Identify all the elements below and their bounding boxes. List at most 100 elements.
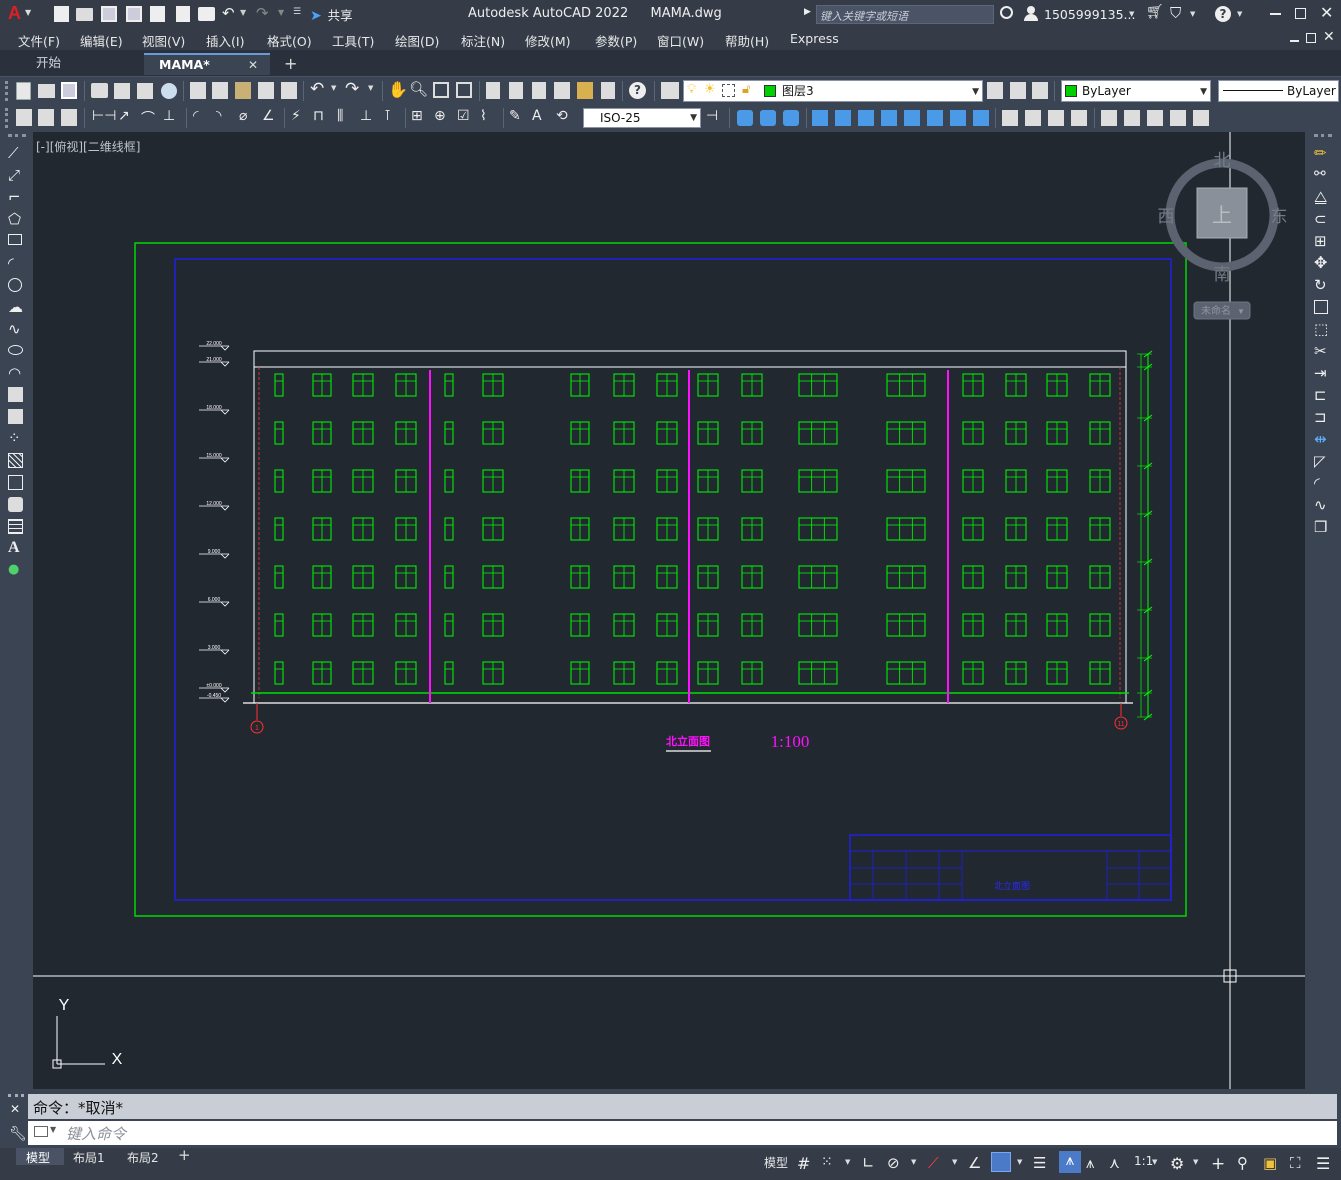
zoom-window-icon[interactable] xyxy=(433,82,449,98)
dim-radius-icon[interactable]: ◜ xyxy=(193,108,198,124)
cut-icon[interactable] xyxy=(190,82,206,99)
rectangle-icon[interactable] xyxy=(8,234,22,245)
spline-icon[interactable]: ∿ xyxy=(8,320,26,338)
app-menu-button[interactable]: A ▼ xyxy=(6,3,36,24)
layout-tab-1[interactable]: 布局1 xyxy=(66,1148,118,1165)
zoom-previous-icon[interactable] xyxy=(456,82,472,98)
tolerance-icon[interactable]: ⊞ xyxy=(411,108,423,124)
section-icon[interactable] xyxy=(1193,110,1209,126)
model-space-canvas[interactable]: [-][俯视][二维线框] 22.000 21.000 18.000 15.000 12… xyxy=(33,132,1305,1089)
dim-baseline-icon[interactable]: ⊓ xyxy=(313,108,324,124)
menu-draw[interactable]: 绘图(D) xyxy=(395,31,439,50)
markup-icon[interactable] xyxy=(577,82,593,99)
command-input[interactable]: ▼ 键入命令 xyxy=(28,1121,1337,1145)
dim-break-icon[interactable]: ⊺ xyxy=(384,108,391,124)
menu-dimension[interactable]: 标注(N) xyxy=(461,31,505,50)
autoscale-icon[interactable]: ⩚ xyxy=(1086,1154,1104,1172)
check-icon[interactable] xyxy=(1147,110,1163,126)
qnew-icon[interactable] xyxy=(16,82,31,100)
menu-view[interactable]: 视图(V) xyxy=(142,31,185,50)
dim-arc-icon[interactable]: ⌒ xyxy=(141,108,155,128)
dim-style-icon[interactable]: ⊣ xyxy=(706,108,718,124)
trim-icon[interactable]: ✂ xyxy=(1314,342,1332,360)
search-icon[interactable] xyxy=(1000,6,1013,19)
isodraft-icon[interactable]: ⟋ xyxy=(928,1154,946,1172)
imprint-icon[interactable] xyxy=(1048,110,1064,126)
ortho-icon[interactable]: ∟ xyxy=(862,1154,880,1172)
dim-ordinate-icon[interactable]: ⊥ xyxy=(163,108,175,124)
dim-jogged-icon[interactable]: ◝ xyxy=(216,108,221,124)
mtext-icon[interactable]: A xyxy=(8,539,26,557)
save-web-icon[interactable] xyxy=(176,6,190,22)
make-current-icon[interactable] xyxy=(987,82,1003,99)
publish-icon[interactable] xyxy=(137,83,153,99)
line-icon[interactable]: ⟋ xyxy=(8,144,26,162)
save-as-icon[interactable] xyxy=(126,6,142,22)
a360-icon[interactable]: ⛉ xyxy=(1170,4,1181,22)
search-field[interactable]: 键入关键字或短语 xyxy=(816,5,994,24)
lineweight-icon[interactable]: ☰ xyxy=(1033,1154,1051,1172)
arc-icon[interactable]: ◜ xyxy=(8,254,26,272)
copy-icon[interactable] xyxy=(212,82,228,99)
jogged-linear-icon[interactable]: ⌇ xyxy=(480,108,487,124)
color-dropdown[interactable]: ByLayer ▼ xyxy=(1061,80,1211,102)
redo-dropdown-icon[interactable]: ▼ xyxy=(278,8,284,17)
add-layout-button[interactable]: + xyxy=(178,1146,191,1164)
help-icon[interactable]: ? xyxy=(1215,6,1231,22)
menu-insert[interactable]: 插入(I) xyxy=(206,31,244,50)
delete-faces-icon[interactable] xyxy=(881,110,897,126)
annotation-scale-icon[interactable]: ⋏ xyxy=(1109,1154,1127,1172)
save-icon[interactable] xyxy=(61,82,77,99)
region-icon[interactable] xyxy=(8,497,23,512)
dim-text-edit-icon[interactable]: A xyxy=(532,108,542,124)
dim-edit-icon[interactable]: ✎ xyxy=(509,108,521,124)
undo-icon[interactable]: ↶ xyxy=(222,4,235,22)
menu-modify[interactable]: 修改(M) xyxy=(525,31,571,50)
construction-line-icon[interactable]: ⤢ xyxy=(8,166,26,184)
break-icon[interactable]: ⊐ xyxy=(1314,408,1332,426)
search-expand-icon[interactable]: ▶ xyxy=(804,7,811,17)
attribute-edit-icon[interactable] xyxy=(38,109,54,126)
union-icon[interactable] xyxy=(737,110,753,126)
undo-dropdown-icon[interactable]: ▼ xyxy=(240,8,246,17)
new-file-icon[interactable] xyxy=(54,6,69,22)
zoom-realtime-icon[interactable]: 🔍︎ xyxy=(409,80,428,98)
shell-icon[interactable] xyxy=(1124,110,1140,126)
redo-icon[interactable]: ↷ xyxy=(256,4,269,22)
viewcube[interactable]: 上 北 南 东 西 未命名 ▼ xyxy=(1158,151,1288,320)
ellipse-icon[interactable] xyxy=(8,345,23,355)
dim-space-icon[interactable]: ⊥ xyxy=(360,108,372,124)
layer-state-icon[interactable] xyxy=(1032,82,1048,99)
scale-dropdown-icon[interactable]: ▼ xyxy=(1152,1158,1170,1176)
extend-icon[interactable]: ⇥ xyxy=(1314,364,1332,382)
model-space-toggle[interactable]: 模型 xyxy=(764,1154,788,1171)
copy-faces-icon[interactable] xyxy=(950,110,966,126)
menu-express[interactable]: Express xyxy=(790,31,839,46)
rotate-faces-icon[interactable] xyxy=(904,110,920,126)
layer-properties-icon[interactable] xyxy=(661,82,679,99)
design-center-icon[interactable] xyxy=(509,82,523,99)
minimize-icon[interactable] xyxy=(1270,13,1281,15)
undo-icon[interactable]: ↶ xyxy=(310,79,324,99)
maximize-icon[interactable] xyxy=(1295,8,1306,19)
polygon-icon[interactable]: ⬠ xyxy=(8,210,26,228)
color-faces-icon[interactable] xyxy=(973,110,989,126)
annotation-scale-value[interactable]: 1:1 xyxy=(1134,1154,1153,1168)
menu-file[interactable]: 文件(F) xyxy=(18,31,60,50)
share-button[interactable]: ➤ 共享 xyxy=(310,5,353,24)
layer-previous-icon[interactable] xyxy=(1010,82,1026,99)
menu-format[interactable]: 格式(O) xyxy=(267,31,312,50)
intersect-icon[interactable] xyxy=(783,110,799,126)
quick-dim-icon[interactable]: ⚡ xyxy=(291,108,301,124)
clean-screen-icon[interactable]: ⛶ xyxy=(1290,1154,1308,1172)
menu-edit[interactable]: 编辑(E) xyxy=(80,31,123,50)
sheet-set-icon[interactable] xyxy=(554,82,570,99)
circle-icon[interactable] xyxy=(8,278,22,292)
erase-icon[interactable]: ✏ xyxy=(1314,144,1332,162)
menu-window[interactable]: 窗口(W) xyxy=(657,31,704,50)
copy-object-icon[interactable]: ⚯ xyxy=(1314,166,1332,184)
taper-faces-icon[interactable] xyxy=(927,110,943,126)
snap-dropdown-icon[interactable]: ▼ xyxy=(845,1158,863,1176)
snap-icon[interactable]: ⁙ xyxy=(821,1154,839,1172)
quickcalc-icon[interactable] xyxy=(601,82,615,99)
